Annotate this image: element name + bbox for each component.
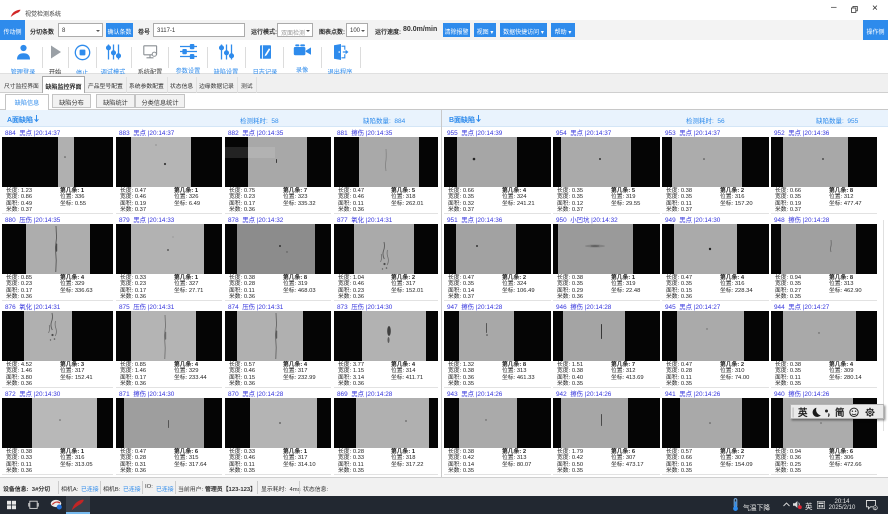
svg-text:英: 英 bbox=[798, 407, 808, 419]
svg-text:简: 简 bbox=[835, 407, 845, 419]
